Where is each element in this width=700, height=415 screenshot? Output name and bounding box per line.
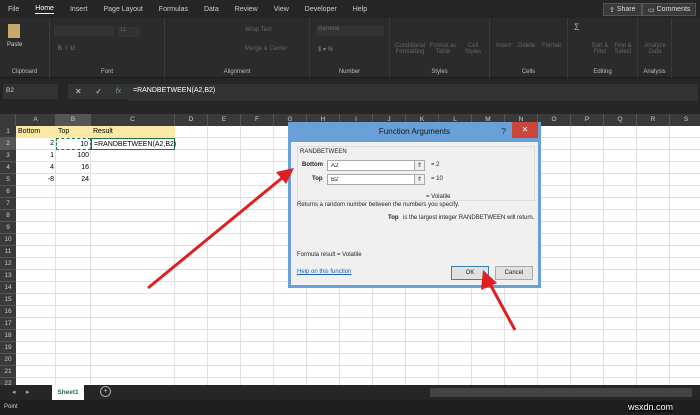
arrow-to-ok-button	[481, 270, 517, 331]
annotation-arrows	[147, 168, 517, 331]
arrow-to-bottom-field	[147, 168, 294, 290]
